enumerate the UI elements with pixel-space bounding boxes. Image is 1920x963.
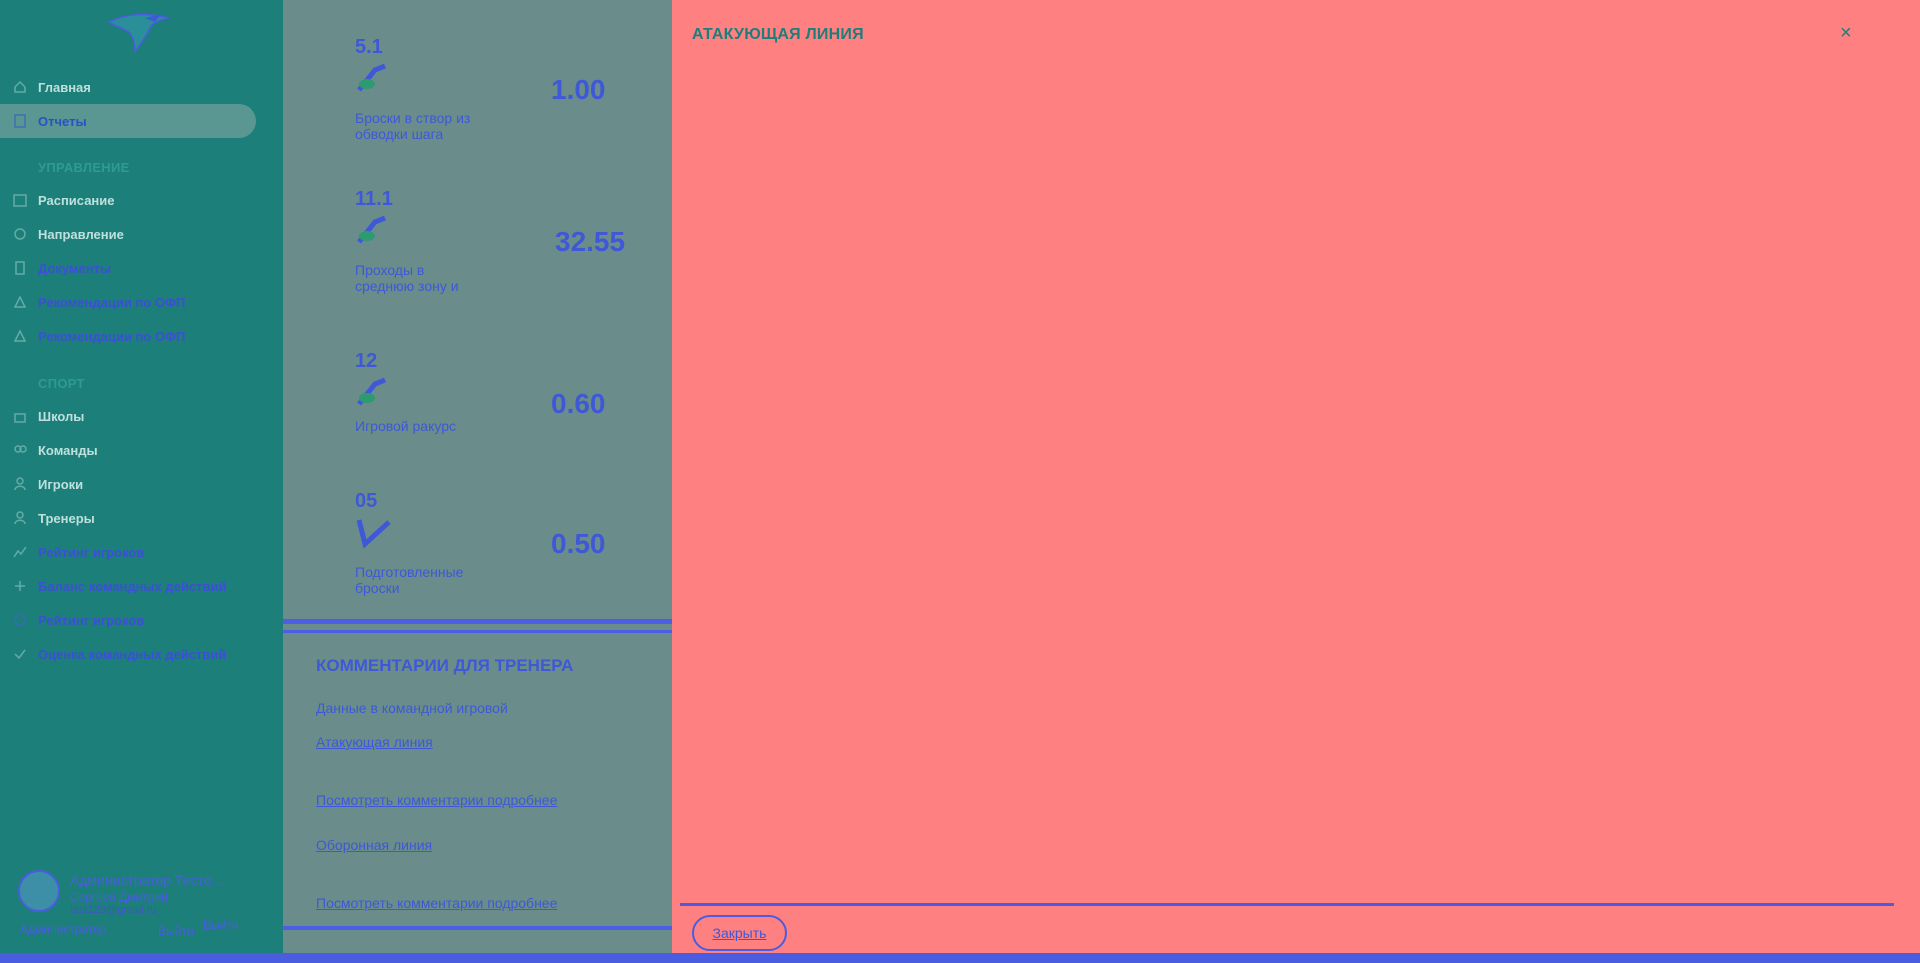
modal-footer-divider [680,903,1894,906]
sidebar: Главная Отчеты УПРАВЛЕНИЕ Расписание Нап… [0,0,283,953]
attack-line-modal: АТАКУЮЩАЯ ЛИНИЯ × Закрыть [672,0,1920,953]
home-icon [13,80,27,94]
logout-link[interactable]: Выйти [158,924,194,938]
sidebar-item-rating[interactable]: Рейтинг игроков [0,535,256,569]
divider [283,630,672,633]
defense-line-link[interactable]: Оборонная линия [316,837,432,853]
sidebar-section-sport: СПОРТ [38,376,85,391]
sidebar-item-coaches[interactable]: Тренеры [0,501,256,535]
document-icon [13,114,27,128]
sidebar-item-label: Документы [38,260,112,276]
sidebar-item-schools[interactable]: Школы [0,399,256,433]
stat-card: 12 0.60 Игровой ракурс [355,350,655,492]
close-button[interactable]: Закрыть [692,915,787,951]
file-icon [13,261,27,275]
sidebar-item-direction[interactable]: Направление [0,217,256,251]
eagle-logo-icon[interactable] [105,10,177,52]
comments-subtitle: Данные в командной игровой [316,700,508,716]
sidebar-item-label: Направление [38,226,124,242]
stat-value: 0.50 [551,528,606,559]
hockey-stick-icon [357,63,386,92]
sidebar-item-label: Отчеты [38,113,87,129]
stat-code: 5.1 [355,36,383,58]
bottom-bar [0,953,1920,963]
sidebar-item-reports[interactable]: Отчеты [0,104,256,138]
coach-icon [13,511,27,525]
sidebar-item-balance[interactable]: Баланс командных действий [0,569,256,603]
stat-label: Подготовленные броски [355,564,464,596]
sidebar-item-label: Рекомендации по ОФП [38,294,186,310]
modal-title: АТАКУЮЩАЯ ЛИНИЯ [692,26,864,43]
sidebar-item-documents[interactable]: Документы [0,251,256,285]
team-icon [13,443,27,457]
stat-label: Броски в створ из обводки шага [355,110,471,142]
star-icon [13,613,27,627]
avatar[interactable] [18,870,60,912]
rating-icon [13,545,27,559]
stat-code: 12 [355,350,378,372]
sidebar-item-label: Игроки [38,476,84,492]
sidebar-item-label: Баланс командных действий [38,578,227,594]
sidebar-item-home[interactable]: Главная [0,70,256,104]
stat-code: 11.1 [355,188,393,210]
attack-line-link[interactable]: Атакующая линия [316,734,433,750]
calendar-icon [13,193,27,207]
stat-label: Игровой ракурс [355,418,457,434]
hockey-stick-icon [357,215,386,244]
user-email: test123@gmail.ru [70,904,157,916]
check-icon [13,647,27,661]
stat-value: 32.55 [555,226,626,257]
user-name: Администратор Тесто... [70,872,224,888]
stat-label: Проходы в среднюю зону и [355,262,459,294]
logout-link-secondary[interactable]: Выйти [203,918,239,932]
sidebar-section-manage: УПРАВЛЕНИЕ [38,160,130,175]
balance-icon [13,579,27,593]
school-icon [13,409,27,423]
sidebar-item-advice-2[interactable]: Рекомендации по ОФП [0,319,256,353]
stat-code: 05 [355,490,378,512]
sidebar-item-label: Рейтинг игроков [38,612,145,628]
comments-title: КОММЕНТАРИИ ДЛЯ ТРЕНЕРА [316,656,574,675]
advice-icon [13,295,27,309]
sidebar-item-label: Расписание [38,192,115,208]
sidebar-item-team-evaluation[interactable]: Оценка командных действий [0,637,256,671]
close-icon[interactable]: × [1840,22,1852,45]
user-fullname: Сергеев Дмитрий [70,890,168,904]
player-icon [13,477,27,491]
sidebar-item-label: Рекомендации по ОФП [38,328,186,344]
direction-icon [13,227,27,241]
sidebar-item-teams[interactable]: Команды [0,433,256,467]
stat-card: 05 0.50 Подготовленные броски [355,490,655,632]
comments-panel: КОММЕНТАРИИ ДЛЯ ТРЕНЕРА Данные в командн… [283,634,672,930]
sidebar-item-label: Школы [38,408,85,424]
stat-value: 0.60 [551,388,606,419]
divider [283,926,672,930]
divider [283,619,672,624]
sidebar-item-label: Оценка командных действий [38,646,227,662]
sidebar-item-label: Тренеры [38,510,95,526]
sidebar-item-advice-1[interactable]: Рекомендации по ОФП [0,285,256,319]
sidebar-item-label: Рейтинг игроков [38,544,145,560]
stat-value: 1.00 [551,74,606,105]
stick-icon [356,519,391,548]
advice-icon [13,329,27,343]
sidebar-item-label: Команды [38,442,98,458]
view-comments-link[interactable]: Посмотреть комментарии подробнее [316,895,557,911]
sidebar-item-player-rating[interactable]: Рейтинг игроков [0,603,256,637]
hockey-stick-icon [357,377,386,406]
sidebar-item-label: Главная [38,79,91,95]
user-panel: Администратор Тесто... Сергеев Дмитрий t… [18,870,278,940]
user-role: Администратор [20,922,107,936]
stat-card: 5.1 1.00 Броски в створ из обводки шага [355,36,655,178]
sidebar-item-schedule[interactable]: Расписание [0,183,256,217]
view-comments-link[interactable]: Посмотреть комментарии подробнее [316,792,557,808]
sidebar-item-players[interactable]: Игроки [0,467,256,501]
stat-card: 11.1 32.55 Проходы в среднюю зону и [355,188,655,330]
